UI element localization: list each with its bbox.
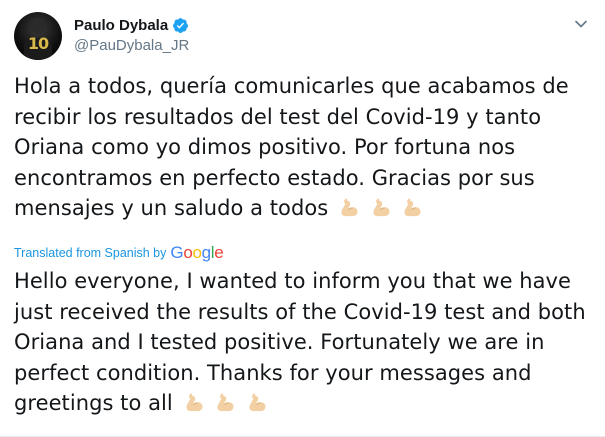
flexed-biceps-icon [249, 393, 266, 412]
name-row: Paulo Dybala [74, 15, 189, 35]
flexed-biceps-icon [373, 198, 390, 217]
translation-line: just received the results of the Covid-1… [14, 299, 586, 324]
google-logo: Google [170, 243, 224, 262]
flexed-biceps-icon [341, 198, 358, 217]
tweet-header: 10 Paulo Dybala @PauDybala_JR [14, 12, 591, 64]
original-line-last: mensajes y un saludo a todos [14, 193, 599, 224]
author-display-name[interactable]: Paulo Dybala [74, 17, 168, 34]
tweet-translation-text: Hello everyone, I wanted to inform you t… [14, 266, 599, 419]
translation-line-last: greetings to all [14, 388, 599, 419]
original-line: mensajes y un saludo a todos [14, 196, 329, 220]
flexed-biceps-icon [217, 393, 234, 412]
original-line: encontramos en perfecto estado. Gracias … [14, 165, 535, 190]
author-handle[interactable]: @PauDybala_JR [74, 37, 189, 54]
translated-by-bar[interactable]: Translated from Spanish by Google [14, 243, 224, 263]
translation-line: Hello everyone, I wanted to inform you t… [14, 269, 572, 293]
tweet-card: 10 Paulo Dybala @PauDybala_JR Hola a tod… [0, 0, 605, 437]
avatar-head [31, 18, 45, 34]
tweet-original-text: Hola a todos, quería comunicarles que ac… [14, 71, 599, 224]
translation-line: Oriana and I tested positive. Fortunatel… [14, 330, 545, 354]
avatar-jersey-number: 10 [27, 34, 49, 53]
translated-by-label: Translated from Spanish by [14, 246, 167, 260]
original-line: Hola a todos, quería comunicarles que ac… [14, 74, 569, 98]
author-info: Paulo Dybala @PauDybala_JR [74, 15, 189, 55]
translation-line: greetings to all [14, 391, 173, 415]
chevron-down-icon[interactable] [571, 14, 591, 34]
flexed-biceps-icon [185, 393, 203, 412]
original-line: Oriana como yo dimos positivo. Por fortu… [14, 135, 516, 159]
original-line: recibir los resultados del test del Covi… [14, 104, 542, 129]
flexed-biceps-icon [404, 198, 421, 217]
verified-badge-icon [173, 17, 189, 33]
translation-line: perfect condition. Thanks for your messa… [14, 360, 532, 385]
avatar[interactable]: 10 [14, 12, 62, 60]
